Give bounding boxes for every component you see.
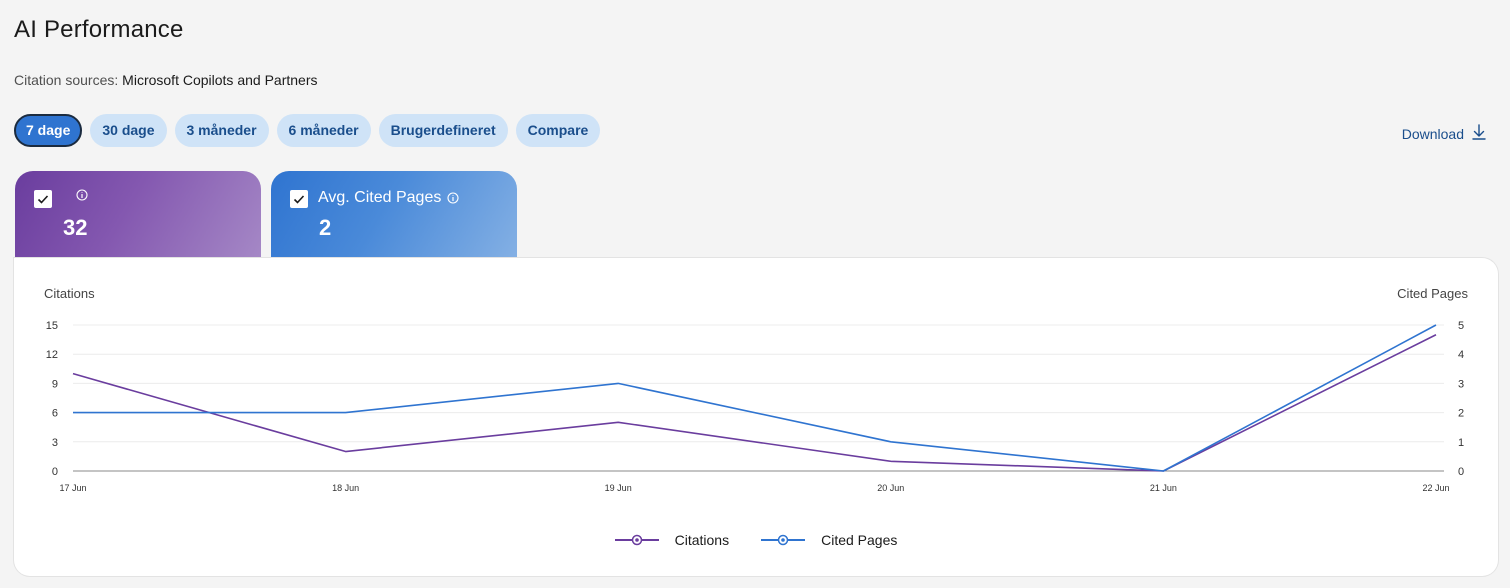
legend-label-citations: Citations (674, 532, 730, 548)
right-tick-label: 2 (1458, 408, 1464, 420)
series-line-cited-pages (73, 324, 1437, 472)
x-tick-label: 19 Jun (605, 483, 632, 493)
chart-legend: Citations Cited Pages (14, 532, 1498, 548)
info-icon[interactable] (76, 189, 88, 201)
cited-pages-card-value: 2 (319, 215, 332, 240)
checkmark-icon (293, 195, 305, 204)
series-line-citations (72, 334, 1437, 472)
filter-3-months[interactable]: 3 måneder (174, 114, 269, 147)
download-label: Download (1401, 125, 1464, 142)
right-tick-label: 5 (1458, 320, 1464, 332)
left-tick-label: 15 (46, 320, 58, 332)
citations-checkbox[interactable] (34, 190, 52, 208)
download-button[interactable]: Download (1402, 124, 1486, 143)
citation-sources: Citation sources: Microsoft Copilots and… (14, 72, 317, 88)
x-tick-label: 22 Jun (1422, 483, 1449, 493)
download-icon (1472, 124, 1486, 143)
ai-performance-page: AI Performance Citation sources: Microso… (0, 0, 1510, 588)
legend-item-citations[interactable]: Citations (614, 532, 730, 548)
left-tick-label: 6 (52, 408, 58, 420)
right-tick-label: 3 (1458, 378, 1464, 390)
date-range-filters: 7 dage 30 dage 3 måneder 6 måneder Bruge… (14, 114, 601, 147)
cited-pages-card-title: Avg. Cited Pages (318, 189, 442, 206)
filter-custom[interactable]: Brugerdefineret (378, 114, 508, 147)
page-title: AI Performance (14, 16, 184, 43)
filter-30-days[interactable]: 30 dage (90, 114, 167, 147)
cited-pages-card-label: Avg. Cited Pages (318, 189, 459, 207)
filter-6-months[interactable]: 6 måneder (276, 114, 371, 147)
chart-panel: Citations Cited Pages 0 3 6 9 12 15 0 1 2 3 4 5 17 J… (14, 258, 1498, 576)
x-tick-label: 20 Jun (877, 483, 904, 493)
filter-7-days[interactable]: 7 dage (14, 114, 83, 147)
filter-compare[interactable]: Compare (515, 114, 601, 147)
right-tick-label: 1 (1458, 437, 1464, 449)
legend-label-cited-pages: Cited Pages (821, 532, 898, 548)
x-tick-label: 18 Jun (332, 483, 359, 493)
left-tick-label: 0 (52, 466, 58, 478)
citations-card-value: 32 (63, 215, 88, 240)
cited-pages-metric-card[interactable]: Avg. Cited Pages 2 (271, 171, 517, 259)
right-tick-label: 0 (1458, 466, 1464, 478)
citations-card-label (70, 189, 88, 201)
legend-swatch-citations (614, 534, 659, 546)
checkmark-icon (37, 195, 49, 204)
citations-metric-card[interactable]: 32 (15, 171, 261, 259)
right-tick-label: 4 (1458, 349, 1464, 361)
cited-pages-checkbox[interactable] (290, 190, 308, 208)
legend-swatch-cited-pages (761, 534, 806, 546)
left-tick-label: 9 (52, 378, 58, 390)
x-tick-label: 21 Jun (1150, 483, 1177, 493)
legend-item-cited-pages[interactable]: Cited Pages (761, 532, 897, 548)
line-chart: 0369121501234517 Jun 18 Jun 19 Jun 20 Jun 21… (46, 320, 1464, 493)
left-tick-label: 12 (46, 349, 58, 361)
x-tick-label: 17 Jun (59, 483, 86, 493)
citation-sources-value: Microsoft Copilots and Partners (122, 72, 318, 88)
left-tick-label: 3 (52, 437, 58, 449)
citation-sources-label: Citation sources: (14, 72, 119, 88)
info-icon[interactable] (447, 192, 459, 204)
